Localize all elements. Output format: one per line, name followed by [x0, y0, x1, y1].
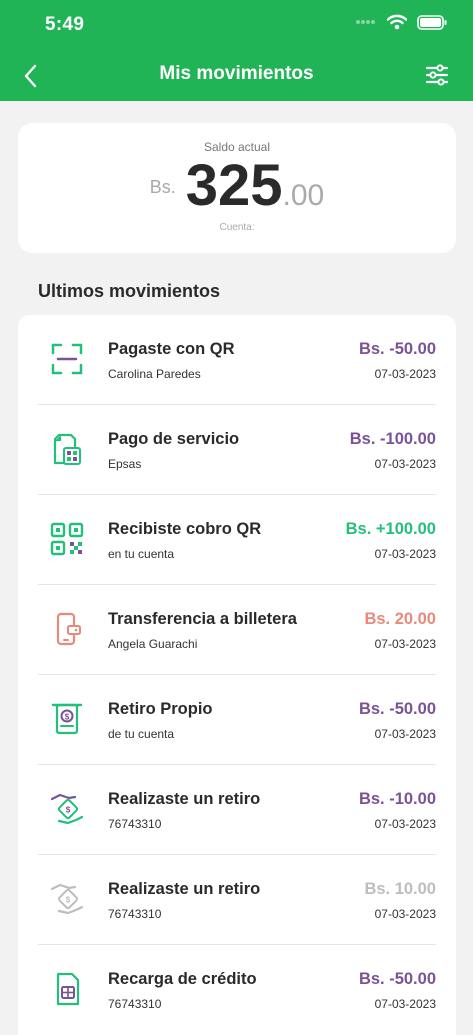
- balance-label: Saldo actual: [203, 140, 271, 154]
- account-label: Cuenta:: [219, 222, 255, 233]
- transaction-date: 07-03-2023: [374, 547, 436, 561]
- transaction-date: 07-03-2023: [374, 817, 436, 831]
- balance-card: Saldo actual Bs. 325.00 Cuenta:: [18, 123, 456, 253]
- app-header: 5:49 Mis movimientos: [0, 0, 473, 101]
- transaction-date: 07-03-2023: [374, 367, 436, 381]
- transaction-row[interactable]: $ Retiro Propio de tu cuenta Bs. -50.00 …: [18, 675, 456, 765]
- transaction-amount: Bs. -50.00: [358, 970, 436, 988]
- sliders-icon: [425, 64, 449, 86]
- transaction-amount: Bs. 20.00: [364, 610, 436, 628]
- transaction-date: 07-03-2023: [374, 997, 436, 1011]
- section-title: Ultimos movimientos: [38, 281, 221, 301]
- transaction-title: Recibiste cobro QR: [108, 520, 262, 538]
- balance-decimal: .00: [282, 179, 325, 212]
- svg-text:$: $: [66, 896, 71, 905]
- transaction-amount: Bs. -10.00: [358, 790, 436, 808]
- transaction-title: Transferencia a billetera: [108, 610, 297, 628]
- transaction-title: Pagaste con QR: [108, 340, 235, 358]
- qr-code-icon: [50, 522, 84, 556]
- wifi-icon: [387, 14, 407, 30]
- transaction-amount: Bs. 10.00: [364, 880, 436, 898]
- transaction-subtitle: 76743310: [108, 997, 162, 1011]
- hand-money-icon: $: [50, 793, 84, 825]
- status-icons: [355, 14, 447, 30]
- filter-button[interactable]: [425, 63, 449, 87]
- transaction-date: 07-03-2023: [374, 457, 436, 471]
- transaction-amount: Bs. -100.00: [349, 430, 436, 448]
- transaction-row[interactable]: Recarga de crédito 76743310 Bs. -50.00 0…: [18, 945, 456, 1035]
- atm-withdraw-icon: $: [51, 703, 83, 735]
- balance-integer: 325: [185, 153, 283, 218]
- transaction-subtitle: Epsas: [108, 457, 142, 471]
- transaction-amount: Bs. -50.00: [358, 700, 436, 718]
- transaction-title: Recarga de crédito: [108, 970, 257, 988]
- transaction-subtitle: 76743310: [108, 907, 162, 921]
- transaction-date: 07-03-2023: [374, 727, 436, 741]
- transaction-row[interactable]: $ Realizaste un retiro 76743310 Bs. 10.0…: [18, 855, 456, 945]
- svg-text:$: $: [66, 806, 71, 815]
- signal-icon: [356, 20, 375, 24]
- status-time: 5:49: [45, 14, 85, 35]
- balance-amount: Bs. 325.00: [18, 157, 456, 215]
- transaction-subtitle: 76743310: [108, 817, 162, 831]
- transaction-row[interactable]: Transferencia a billetera Angela Guarach…: [18, 585, 456, 675]
- transaction-title: Realizaste un retiro: [108, 880, 261, 898]
- transaction-subtitle: en tu cuenta: [108, 547, 175, 561]
- qr-scan-icon: [51, 343, 83, 375]
- transactions-list: Pagaste con QR Carolina Paredes Bs. -50.…: [18, 315, 456, 1035]
- transaction-title: Retiro Propio: [108, 700, 213, 718]
- transaction-title: Realizaste un retiro: [108, 790, 261, 808]
- svg-text:$: $: [65, 713, 70, 722]
- transaction-amount: Bs. +100.00: [345, 520, 436, 538]
- transaction-subtitle: Angela Guarachi: [108, 637, 198, 651]
- transaction-title: Pago de servicio: [108, 430, 240, 448]
- transaction-row[interactable]: $ Realizaste un retiro 76743310 Bs. -10.…: [18, 765, 456, 855]
- balance-currency: Bs.: [149, 177, 176, 197]
- battery-icon: [417, 14, 447, 30]
- transaction-amount: Bs. -50.00: [358, 340, 436, 358]
- transaction-row[interactable]: Pago de servicio Epsas Bs. -100.00 07-03…: [18, 405, 456, 495]
- sim-card-icon: [56, 972, 80, 1006]
- wallet-transfer-icon: [56, 612, 81, 646]
- hand-money-icon: $: [50, 883, 84, 915]
- transaction-date: 07-03-2023: [374, 907, 436, 921]
- transaction-row[interactable]: Pagaste con QR Carolina Paredes Bs. -50.…: [18, 315, 456, 405]
- transaction-date: 07-03-2023: [374, 637, 436, 651]
- transaction-row[interactable]: Recibiste cobro QR en tu cuenta Bs. +100…: [18, 495, 456, 585]
- transaction-subtitle: Carolina Paredes: [108, 367, 201, 381]
- transaction-subtitle: de tu cuenta: [108, 727, 175, 741]
- page-title: Mis movimientos: [159, 63, 314, 84]
- service-bill-icon: [53, 433, 81, 465]
